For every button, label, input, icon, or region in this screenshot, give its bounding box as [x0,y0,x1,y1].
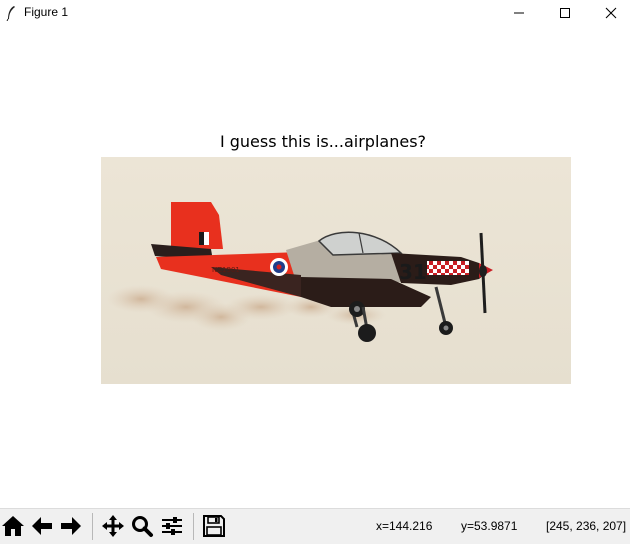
close-icon [605,7,617,19]
back-button[interactable] [29,513,55,539]
nose-number-text: 31 [399,260,427,284]
home-icon [2,516,24,536]
pan-button[interactable] [100,513,126,539]
save-button[interactable] [201,513,227,539]
window-title: Figure 1 [24,5,69,19]
zoom-button[interactable] [129,513,155,539]
forward-button[interactable] [58,513,84,539]
home-button[interactable] [0,513,26,539]
floppy-disk-icon [203,515,225,537]
configure-subplots-button[interactable] [159,513,185,539]
airplane-illustration: NZ1901 31 [101,157,571,384]
toolbar-separator [193,513,194,540]
maximize-icon [560,8,570,18]
figure-canvas[interactable]: I guess this is...airplanes? NZ1901 31 [0,26,630,508]
window-titlebar: Figure 1 [0,0,630,26]
pixel-rgb-readout: [245, 236, 207] [546,519,627,533]
navigation-toolbar: x=144.216 y=53.9871 [245, 236, 207] [0,508,630,544]
tail-serial-text: NZ1901 [212,266,240,274]
axes-title: I guess this is...airplanes? [219,132,427,151]
airplane-image[interactable]: NZ1901 31 [101,157,571,384]
cursor-y-readout: y=53.9871 [461,519,518,533]
minimize-button[interactable] [496,0,542,26]
minimize-icon [514,12,524,14]
maximize-button[interactable] [542,0,588,26]
magnifier-icon [132,516,153,537]
close-button[interactable] [588,0,630,26]
arrow-right-icon [61,517,81,535]
cursor-x-readout: x=144.216 [376,519,433,533]
move-icon [102,515,124,537]
arrow-left-icon [32,517,52,535]
toolbar-separator [92,513,93,540]
sliders-icon [162,517,182,535]
feather-icon [5,5,17,22]
